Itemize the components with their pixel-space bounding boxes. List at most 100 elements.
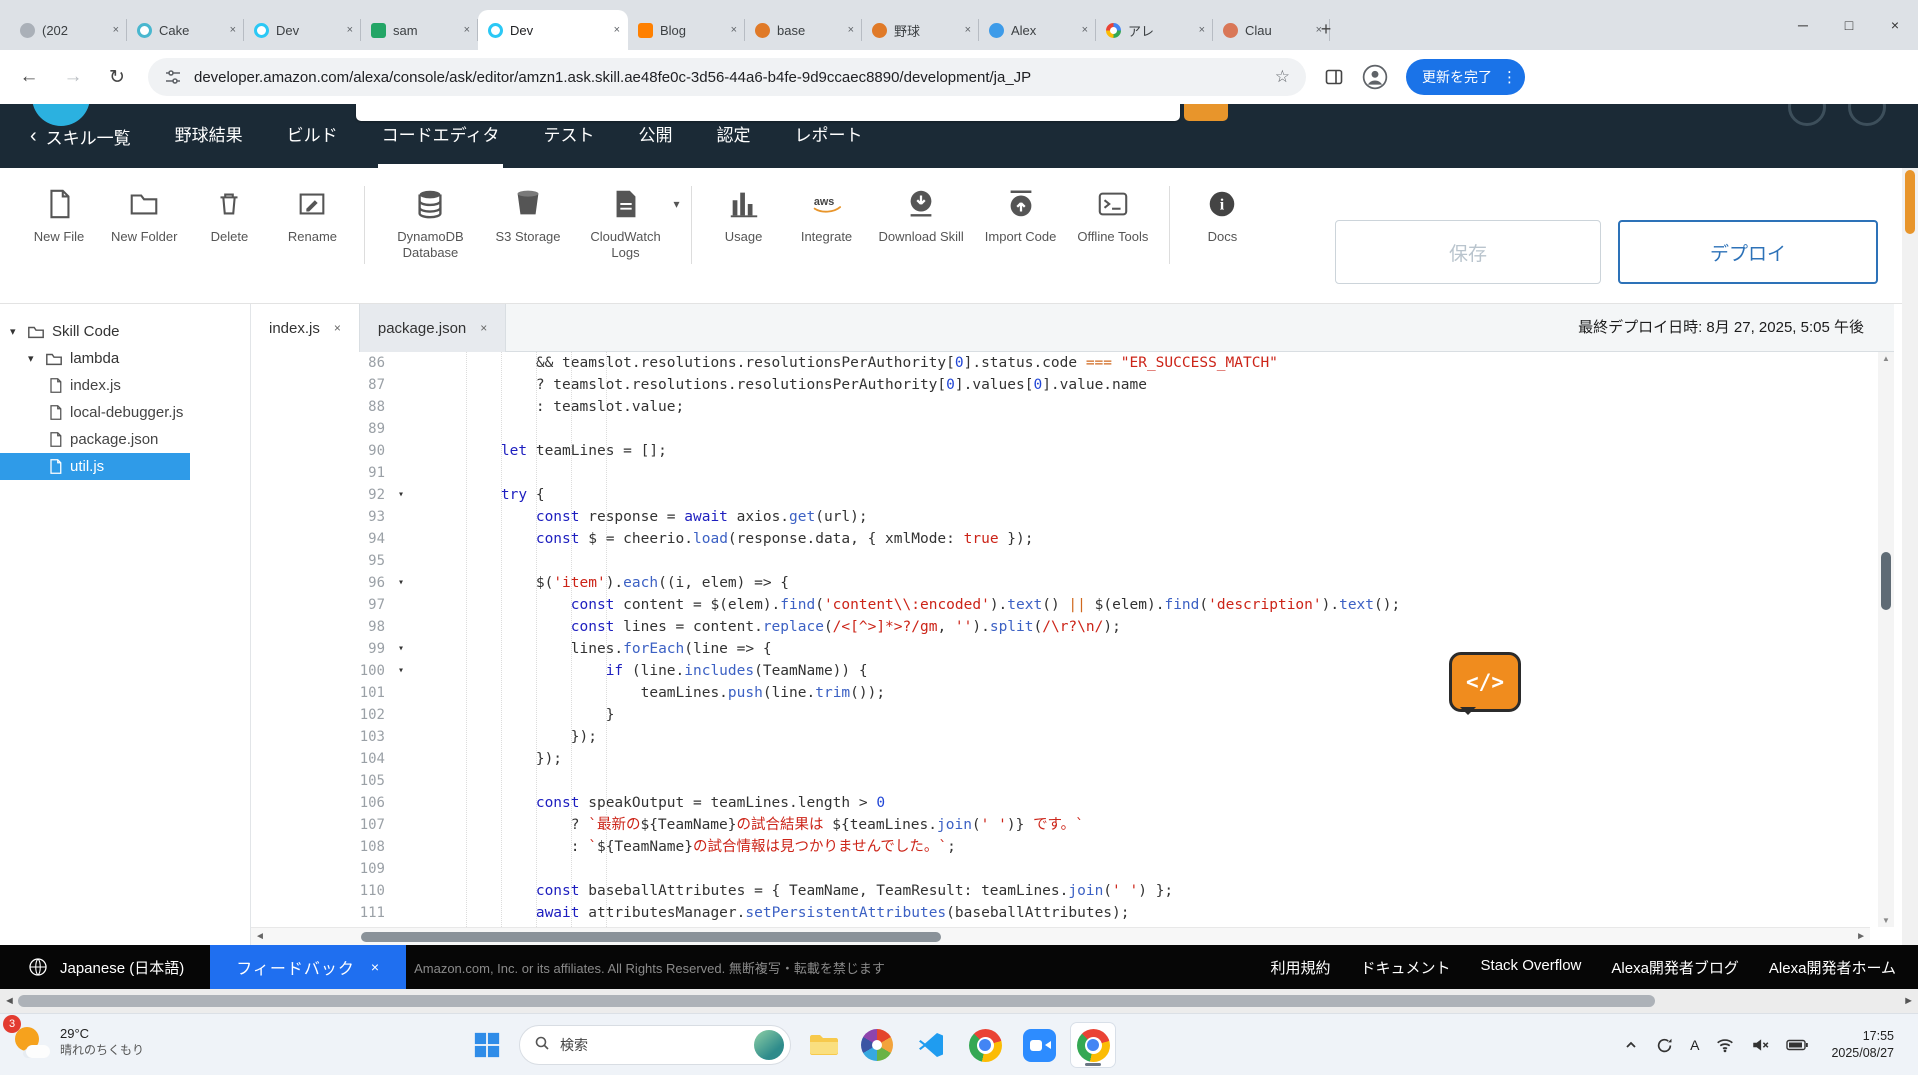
code-line[interactable]: 104 }); [251, 748, 1878, 770]
tab-close-icon[interactable]: × [1199, 24, 1205, 36]
scroll-left-icon[interactable]: ◄ [255, 931, 265, 942]
reload-button[interactable]: ↻ [104, 66, 130, 89]
editor-tab[interactable]: index.js× [251, 304, 360, 352]
page-horizontal-scrollbar[interactable]: ◄ ► [0, 989, 1918, 1013]
volume-muted-icon[interactable] [1751, 1036, 1769, 1054]
browser-tab[interactable]: Dev× [244, 10, 361, 50]
taskbar-app-zoom[interactable] [1017, 1023, 1061, 1067]
fold-caret-icon[interactable]: ▾ [391, 484, 411, 506]
console-nav-item[interactable]: テスト [543, 104, 594, 168]
address-bar[interactable]: developer.amazon.com/alexa/console/ask/e… [148, 58, 1306, 96]
scroll-right-icon[interactable]: ► [1903, 995, 1914, 1007]
taskbar-app-vscode[interactable] [909, 1023, 953, 1067]
fold-caret-icon[interactable]: ▾ [391, 660, 411, 682]
new-folder-button[interactable]: New Folder [111, 184, 177, 245]
scroll-left-icon[interactable]: ◄ [4, 995, 15, 1007]
footer-link[interactable]: Alexa開発者ブログ [1611, 957, 1739, 978]
skill-code-folder[interactable]: ▾ Skill Code [0, 318, 250, 345]
code-line[interactable]: 111 await attributesManager.setPersisten… [251, 902, 1878, 924]
tab-close-icon[interactable]: × [731, 24, 737, 36]
close-icon[interactable]: × [371, 959, 380, 975]
code-line[interactable]: 103 }); [251, 726, 1878, 748]
taskbar-app-explorer[interactable] [801, 1023, 845, 1067]
new-file-button[interactable]: New File [28, 184, 90, 245]
browser-tab[interactable]: Blog× [628, 10, 745, 50]
integrate-button[interactable]: awsIntegrate [796, 184, 858, 245]
tab-close-icon[interactable]: × [334, 321, 341, 335]
code-line[interactable]: 102 } [251, 704, 1878, 726]
file-item[interactable]: package.json [0, 426, 250, 453]
code-line[interactable]: 95 [251, 550, 1878, 572]
code-line[interactable]: 92▾ try { [251, 484, 1878, 506]
nav-back-skill-list[interactable]: ‹ スキル一覧 [30, 124, 131, 149]
deploy-button[interactable]: デプロイ [1618, 220, 1878, 284]
search-daily-image[interactable] [754, 1030, 784, 1060]
maximize-button[interactable]: □ [1826, 0, 1872, 50]
browser-tab[interactable]: Cake× [127, 10, 244, 50]
start-button[interactable] [465, 1023, 509, 1067]
new-tab-button[interactable]: + [1312, 15, 1340, 43]
import-code-button[interactable]: Import Code [985, 184, 1057, 245]
code-line[interactable]: 98 const lines = content.replace(/<[^>]*… [251, 616, 1878, 638]
browser-tab[interactable]: (202× [10, 10, 127, 50]
console-nav-item[interactable]: レポート [794, 104, 862, 168]
chrome-update-button[interactable]: 更新を完了 ⋮ [1406, 59, 1525, 95]
scrollbar-thumb[interactable] [1905, 170, 1915, 234]
code-editor[interactable]: 86 && teamslot.resolutions.resolutionsPe… [251, 352, 1878, 927]
taskbar-app-photos[interactable] [855, 1023, 899, 1067]
code-line[interactable]: 108 : `${TeamName}の試合情報は見つかりませんでした。`; [251, 836, 1878, 858]
fold-caret-icon[interactable]: ▾ [391, 638, 411, 660]
ime-indicator[interactable]: A [1690, 1037, 1699, 1053]
caret-down-icon[interactable]: ▾ [28, 352, 38, 365]
code-line[interactable]: 93 const response = await axios.get(url)… [251, 506, 1878, 528]
footer-link[interactable]: 利用規約 [1270, 957, 1330, 978]
taskbar-app-chrome[interactable] [963, 1023, 1007, 1067]
cloudwatch-logs-button[interactable]: ▾CloudWatch Logs [582, 184, 670, 262]
tab-close-icon[interactable]: × [347, 24, 353, 36]
scrollbar-thumb[interactable] [18, 995, 1655, 1007]
close-button[interactable]: × [1872, 0, 1918, 50]
side-panel-icon[interactable] [1324, 67, 1344, 87]
profile-avatar[interactable] [1362, 64, 1388, 90]
bookmark-star-icon[interactable]: ☆ [1275, 67, 1290, 87]
taskbar-app-chrome-active[interactable] [1071, 1023, 1115, 1067]
code-line[interactable]: 89 [251, 418, 1878, 440]
taskbar-search[interactable]: 検索 [519, 1025, 791, 1065]
code-line[interactable]: 110 const baseballAttributes = { TeamNam… [251, 880, 1878, 902]
delete-button[interactable]: Delete [198, 184, 260, 245]
browser-tab[interactable]: Alex× [979, 10, 1096, 50]
scrollbar-thumb[interactable] [1881, 552, 1891, 610]
scrollbar-thumb[interactable] [361, 932, 941, 942]
scroll-right-icon[interactable]: ► [1856, 931, 1866, 942]
usage-button[interactable]: Usage [713, 184, 775, 245]
code-line[interactable]: 87 ? teamslot.resolutions.resolutionsPer… [251, 374, 1878, 396]
tab-close-icon[interactable]: × [848, 24, 854, 36]
fold-caret-icon[interactable]: ▾ [391, 572, 411, 594]
language-selector[interactable]: Japanese (日本語) [60, 957, 184, 978]
dropdown-caret-icon[interactable]: ▾ [673, 197, 679, 211]
footer-link[interactable]: ドキュメント [1361, 957, 1451, 978]
code-line[interactable]: 94 const $ = cheerio.load(response.data,… [251, 528, 1878, 550]
tab-close-icon[interactable]: × [1082, 24, 1088, 36]
browser-tab[interactable]: base× [745, 10, 862, 50]
tab-close-icon[interactable]: × [230, 24, 236, 36]
code-line[interactable]: 96▾ $('item').each((i, elem) => { [251, 572, 1878, 594]
file-item[interactable]: local-debugger.js [0, 399, 250, 426]
file-item[interactable]: index.js [0, 372, 250, 399]
tab-close-icon[interactable]: × [965, 24, 971, 36]
tab-close-icon[interactable]: × [480, 321, 487, 335]
download-skill-button[interactable]: Download Skill [879, 184, 964, 245]
browser-tab[interactable]: アレ× [1096, 10, 1213, 50]
tab-close-icon[interactable]: × [464, 24, 470, 36]
code-line[interactable]: 86 && teamslot.resolutions.resolutionsPe… [251, 352, 1878, 374]
code-line[interactable]: 97 const content = $(elem).find('content… [251, 594, 1878, 616]
url-text[interactable]: developer.amazon.com/alexa/console/ask/e… [194, 69, 1263, 86]
footer-link[interactable]: Alexa開発者ホーム [1769, 957, 1896, 978]
scroll-down-icon[interactable]: ▼ [1878, 916, 1894, 925]
chrome-menu-icon[interactable]: ⋮ [1502, 68, 1517, 86]
minimize-button[interactable]: ─ [1780, 0, 1826, 50]
docs-button[interactable]: iDocs [1191, 184, 1253, 245]
console-nav-item[interactable]: 公開 [638, 104, 672, 168]
console-nav-item[interactable]: ビルド [287, 104, 338, 168]
editor-horizontal-scrollbar[interactable]: ◄ ► [251, 927, 1870, 945]
